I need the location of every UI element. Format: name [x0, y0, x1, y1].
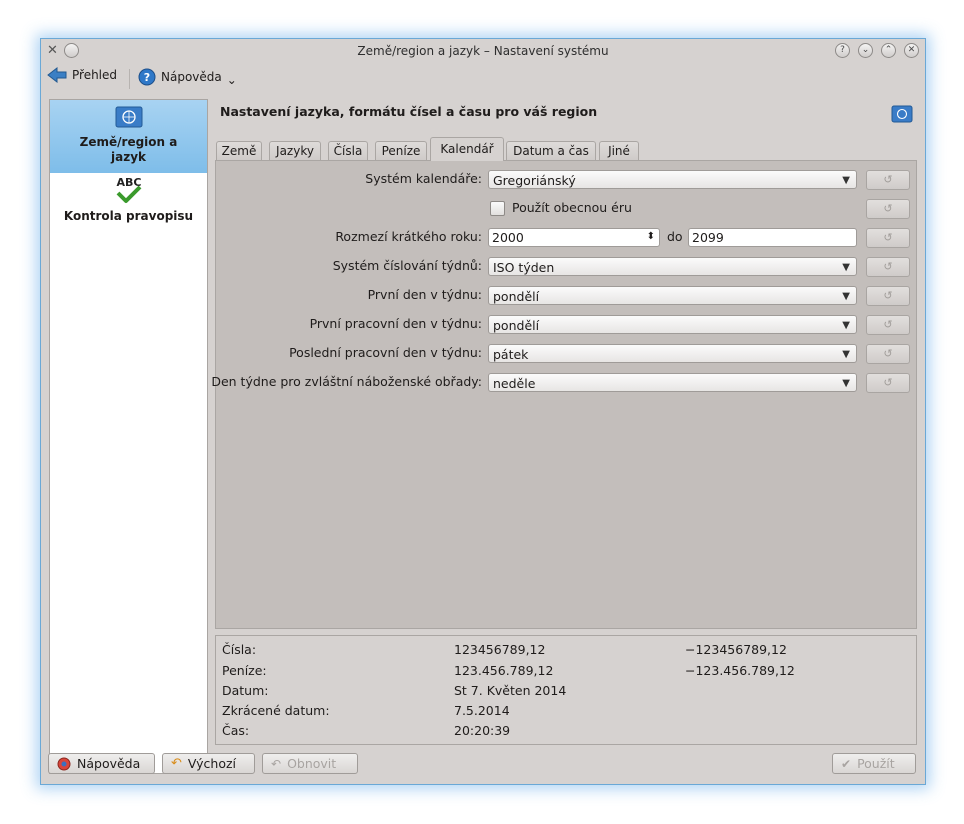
minimize-icon[interactable]: ⌄	[858, 43, 873, 58]
tab-numbers[interactable]: Čísla	[328, 141, 368, 160]
overview-button[interactable]: Přehled	[47, 67, 117, 83]
common-era-checkbox[interactable]	[490, 201, 505, 216]
reset-first-day-button[interactable]: ↺	[866, 286, 910, 306]
help-circle-icon: ?	[138, 68, 156, 86]
tab-calendar[interactable]: Kalendář	[430, 137, 504, 161]
title-bar[interactable]: ✕ Země/region a jazyk – Nastavení systém…	[41, 39, 925, 63]
chevron-down-icon: ▼	[842, 320, 850, 331]
page-title: Nastavení jazyka, formátu čísel a času p…	[220, 104, 598, 119]
reset-week-numbering-button[interactable]: ↺	[866, 257, 910, 277]
calendar-system-label: Systém kalendáře:	[365, 171, 482, 186]
common-era-label: Použít obecnou éru	[512, 200, 632, 215]
short-year-to-label: do	[667, 229, 683, 244]
religious-day-label: Den týdne pro zvláštní náboženské obřady…	[211, 374, 482, 389]
sidebar-item-spellcheck[interactable]: ABC Kontrola pravopisu	[50, 176, 207, 236]
first-day-label: První den v týdnu:	[367, 287, 482, 302]
sidebar-item-label: Země/region a jazyk	[79, 135, 178, 164]
calendar-panel: Systém kalendáře: Gregoriánský ▼ ↺ Použít…	[211, 160, 917, 629]
tab-other[interactable]: Jiné	[599, 141, 639, 160]
un-flag-icon	[115, 106, 142, 128]
apply-button[interactable]: ✔ Použít	[832, 753, 916, 774]
tab-money[interactable]: Peníze	[375, 141, 427, 160]
first-work-day-label: První pracovní den v týdnu:	[309, 316, 482, 331]
overview-label: Přehled	[72, 68, 118, 82]
spellcheck-icon: ABC	[116, 176, 141, 203]
short-year-to-field[interactable]: 2099	[688, 228, 857, 247]
chevron-down-icon: ⌄	[226, 73, 237, 87]
help-menu-button[interactable]: ? Nápověda ⌄	[138, 67, 237, 87]
week-numbering-select[interactable]: ISO týden ▼	[488, 257, 857, 276]
reset-last-work-day-button[interactable]: ↺	[866, 344, 910, 364]
reset-calendar-system-button[interactable]: ↺	[866, 170, 910, 190]
religious-day-select[interactable]: neděle ▼	[488, 373, 857, 392]
calendar-system-select[interactable]: Gregoriánský ▼	[488, 170, 857, 189]
reset-religious-day-button[interactable]: ↺	[866, 373, 910, 393]
help-button[interactable]: Nápověda	[48, 753, 155, 774]
last-work-day-label: Poslední pracovní den v týdnu:	[289, 345, 482, 360]
help-lifebuoy-icon	[57, 757, 71, 770]
defaults-button[interactable]: ↶ Výchozí	[162, 753, 255, 774]
window-title: Země/region a jazyk – Nastavení systému	[357, 44, 609, 58]
first-work-day-select[interactable]: pondělí ▼	[488, 315, 857, 334]
reset-short-year-button[interactable]: ↺	[866, 228, 910, 248]
toolbar-separator	[129, 69, 130, 89]
checkmark-icon: ✔	[841, 756, 852, 771]
tab-date-time[interactable]: Datum a čas	[506, 141, 596, 160]
chevron-down-icon: ▼	[842, 349, 850, 360]
week-numbering-label: Systém číslování týdnů:	[332, 258, 482, 273]
format-preview: Čísla: 123456789,12 −123456789,12 Peníze: 1…	[215, 635, 917, 745]
tab-country[interactable]: Země	[216, 141, 262, 160]
short-year-from-spinbox[interactable]: 2000 ⬍	[488, 228, 660, 247]
maximize-icon[interactable]: ⌃	[881, 43, 896, 58]
reset-first-work-day-button[interactable]: ↺	[866, 315, 910, 335]
sidebar-item-country-region[interactable]: Země/region a jazyk	[50, 100, 207, 173]
help-label: Nápověda	[161, 70, 222, 84]
tab-languages[interactable]: Jazyky	[269, 141, 321, 160]
sidebar-item-label: Kontrola pravopisu	[63, 209, 194, 223]
close-icon[interactable]: ✕	[904, 43, 919, 58]
reset-button[interactable]: ↶ Obnovit	[262, 753, 358, 774]
first-day-select[interactable]: pondělí ▼	[488, 286, 857, 305]
chevron-down-icon: ▼	[842, 291, 850, 302]
short-year-label: Rozmezí krátkého roku:	[335, 229, 482, 244]
back-arrow-icon	[47, 67, 67, 83]
settings-window: ✕ Země/region a jazyk – Nastavení systém…	[40, 38, 926, 785]
undo-icon: ↶	[271, 756, 282, 771]
chevron-down-icon: ▼	[842, 262, 850, 273]
reset-common-era-button[interactable]: ↺	[866, 199, 910, 219]
sidebar: Země/region a jazyk ABC Kontrola pravopi…	[49, 99, 208, 774]
toolbar: Přehled ? Nápověda ⌄	[41, 65, 925, 91]
spin-arrows-icon[interactable]: ⬍	[647, 228, 655, 246]
chevron-down-icon: ▼	[842, 175, 850, 186]
help-icon[interactable]: ?	[835, 43, 850, 58]
svg-text:?: ?	[144, 71, 150, 84]
un-flag-icon	[891, 105, 913, 123]
defaults-icon: ↶	[171, 756, 182, 771]
last-work-day-select[interactable]: pátek ▼	[488, 344, 857, 363]
chevron-down-icon: ▼	[842, 378, 850, 389]
